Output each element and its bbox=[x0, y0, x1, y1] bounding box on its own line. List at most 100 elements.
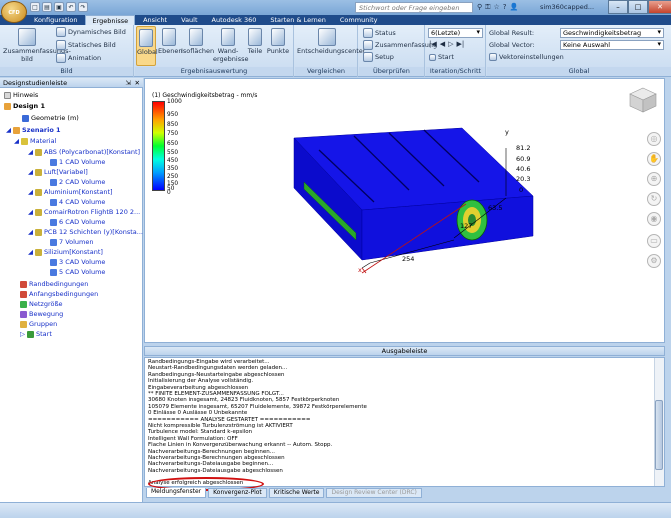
status-button[interactable]: Status bbox=[363, 28, 396, 38]
tree-design[interactable]: Design 1 bbox=[4, 102, 45, 110]
tree-scenario[interactable]: ◢ Szenario 1 bbox=[6, 126, 61, 134]
tree-motion[interactable]: Bewegung bbox=[20, 310, 63, 318]
animation-button[interactable]: Animation bbox=[56, 53, 101, 63]
maximize-button[interactable]: □ bbox=[628, 0, 648, 14]
isosurfaces-button[interactable]: Isoflächen bbox=[181, 26, 214, 56]
next-step-icon[interactable]: ▷ bbox=[448, 40, 453, 48]
application-menu-button[interactable]: CFD bbox=[1, 1, 27, 23]
expand-icon[interactable]: ◢ bbox=[28, 148, 33, 156]
zoom-icon[interactable]: ⊕ bbox=[647, 172, 661, 186]
volume-icon bbox=[50, 178, 57, 186]
points-button[interactable]: Punkte bbox=[266, 26, 290, 56]
tree-boundary-conditions[interactable]: Randbedingungen bbox=[20, 280, 88, 288]
tab-starten-lernen[interactable]: Starten & Lernen bbox=[264, 15, 332, 25]
search-input[interactable]: Stichwort oder Frage eingeben bbox=[355, 2, 473, 13]
tree-volume-item[interactable]: 4 CAD Volume bbox=[50, 198, 105, 206]
output-messages[interactable]: Randbedingungs-Eingabe wird verarbeitet.… bbox=[144, 357, 665, 487]
tab-convergence-plot[interactable]: Konvergenz-Plot bbox=[208, 488, 267, 498]
tab-design-review-center[interactable]: Design Review Center (DRC) bbox=[326, 488, 422, 498]
steering-wheel-icon[interactable]: ◎ bbox=[647, 132, 661, 146]
tree-volume-item[interactable]: 5 CAD Volume bbox=[50, 268, 105, 276]
expand-icon[interactable]: ◢ bbox=[28, 168, 33, 176]
group-iteration: 6(Letzte) |◀ ◀ ▷ ▶| Start Iteration/Schr… bbox=[426, 25, 486, 77]
tree-material-item[interactable]: ◢ ABS (Polycarbonat)[Konstant] bbox=[28, 148, 140, 156]
open-icon[interactable]: ▤ bbox=[42, 2, 52, 12]
cfd-model-view[interactable] bbox=[144, 78, 665, 343]
prev-step-icon[interactable]: ◀ bbox=[440, 40, 445, 48]
account-icon[interactable]: 👤 bbox=[509, 2, 518, 13]
expand-icon[interactable]: ◢ bbox=[28, 248, 33, 256]
tree-material-item[interactable]: ◢ PCB 12 Schichten (y)[Konsta... bbox=[28, 228, 143, 236]
undo-icon[interactable]: ↶ bbox=[66, 2, 76, 12]
parts-button[interactable]: Teile bbox=[245, 26, 265, 56]
tab-vault[interactable]: Vault bbox=[175, 15, 203, 25]
last-step-icon[interactable]: ▶| bbox=[457, 40, 465, 48]
first-step-icon[interactable]: |◀ bbox=[429, 40, 437, 48]
pan-icon[interactable]: ✋ bbox=[647, 152, 661, 166]
tree-material-item[interactable]: ◢ ComairRotron FlightB 120 2... bbox=[28, 208, 140, 216]
tree-volume-item[interactable]: 7 Volumen bbox=[50, 238, 94, 246]
close-panel-icon[interactable]: ✕ bbox=[135, 78, 140, 88]
tab-community[interactable]: Community bbox=[334, 15, 384, 25]
tab-ansicht[interactable]: Ansicht bbox=[137, 15, 173, 25]
expand-icon[interactable]: ◢ bbox=[14, 137, 19, 145]
output-scrollbar-thumb[interactable] bbox=[655, 400, 663, 470]
setup-button[interactable]: Setup bbox=[363, 52, 394, 62]
tree-volume-item[interactable]: 1 CAD Volume bbox=[50, 158, 105, 166]
tree-material-item[interactable]: ◢ Luft[Variabel] bbox=[28, 168, 88, 176]
global-vector-dropdown[interactable]: Keine Auswahl bbox=[560, 40, 664, 50]
key-icon[interactable]: ⚿ bbox=[485, 2, 490, 13]
planes-button[interactable]: Ebenen bbox=[158, 26, 182, 56]
tree-hinweis[interactable]: Hinweis bbox=[4, 91, 38, 99]
tree-start[interactable]: ▷ Start bbox=[20, 330, 52, 338]
expand-icon[interactable]: ◢ bbox=[6, 126, 11, 134]
dynamic-image-button[interactable]: Dynamisches Bild bbox=[56, 27, 126, 37]
close-button[interactable]: ✕ bbox=[648, 0, 671, 14]
user-name[interactable]: sim360capped... bbox=[540, 3, 594, 11]
fit-view-icon[interactable]: ▭ bbox=[647, 234, 661, 248]
tree-geometry[interactable]: Geometrie (m) bbox=[22, 114, 79, 122]
tree-volume-item[interactable]: 6 CAD Volume bbox=[50, 218, 105, 226]
redo-icon[interactable]: ↷ bbox=[78, 2, 88, 12]
tree-material-item[interactable]: ◢ Aluminium[Konstant] bbox=[28, 188, 113, 196]
axis-value: 60.9 bbox=[516, 155, 531, 163]
volume-icon bbox=[50, 238, 57, 246]
tree-mesh-size[interactable]: Netzgröße bbox=[20, 300, 63, 308]
wall-results-button[interactable]: Wand-ergebnisse bbox=[213, 26, 249, 63]
tab-konfiguration[interactable]: Konfiguration bbox=[28, 15, 83, 25]
minimize-button[interactable]: – bbox=[608, 0, 628, 14]
tree-material[interactable]: ◢ Material bbox=[14, 137, 56, 145]
decision-center-button[interactable]: Entscheidungscenter bbox=[297, 26, 365, 56]
expand-icon[interactable]: ◢ bbox=[28, 228, 33, 236]
vector-settings-button[interactable]: Vektoreinstellungen bbox=[489, 53, 564, 61]
tab-critical-values[interactable]: Kritische Werte bbox=[268, 488, 325, 498]
binoculars-icon[interactable]: ⚲ bbox=[477, 2, 482, 13]
view-cube[interactable] bbox=[628, 86, 658, 114]
orbit-icon[interactable]: ↻ bbox=[647, 192, 661, 206]
static-image-button[interactable]: Statisches Bild bbox=[56, 40, 116, 50]
tree-material-item[interactable]: ◢ Silizium[Konstant] bbox=[28, 248, 103, 256]
start-button[interactable]: Start bbox=[429, 53, 454, 61]
design-study-bar-header: Designstudienleiste ⇲ ✕ bbox=[0, 78, 143, 88]
tab-autodesk-360[interactable]: Autodesk 360 bbox=[206, 15, 263, 25]
look-icon[interactable]: ◉ bbox=[647, 212, 661, 226]
tree-initial-conditions[interactable]: Anfangsbedingungen bbox=[20, 290, 98, 298]
global-button[interactable]: Global bbox=[136, 26, 158, 66]
save-icon[interactable]: ▣ bbox=[54, 2, 64, 12]
help-icon[interactable]: ? bbox=[503, 2, 507, 13]
collapse-icon[interactable]: ▷ bbox=[20, 330, 25, 338]
global-result-dropdown[interactable]: Geschwindigkeitsbetrag bbox=[560, 28, 664, 38]
tree-volume-item[interactable]: 2 CAD Volume bbox=[50, 178, 105, 186]
iteration-dropdown[interactable]: 6(Letzte) bbox=[428, 28, 483, 38]
tab-ergebnisse[interactable]: Ergebnisse bbox=[85, 15, 136, 25]
expand-icon[interactable]: ◢ bbox=[28, 188, 33, 196]
tree-volume-item[interactable]: 3 CAD Volume bbox=[50, 258, 105, 266]
expand-icon[interactable]: ◢ bbox=[28, 208, 33, 216]
pin-icon[interactable]: ⇲ bbox=[126, 78, 131, 88]
star-icon[interactable]: ☆ bbox=[493, 2, 499, 13]
tree-groups[interactable]: Gruppen bbox=[20, 320, 57, 328]
summary-image-button[interactable]: Zusammenfassungs-bild bbox=[3, 26, 71, 63]
new-icon[interactable]: □ bbox=[30, 2, 40, 12]
tab-message-window[interactable]: Meldungsfenster bbox=[146, 488, 207, 498]
settings-icon[interactable]: ⚙ bbox=[647, 254, 661, 268]
